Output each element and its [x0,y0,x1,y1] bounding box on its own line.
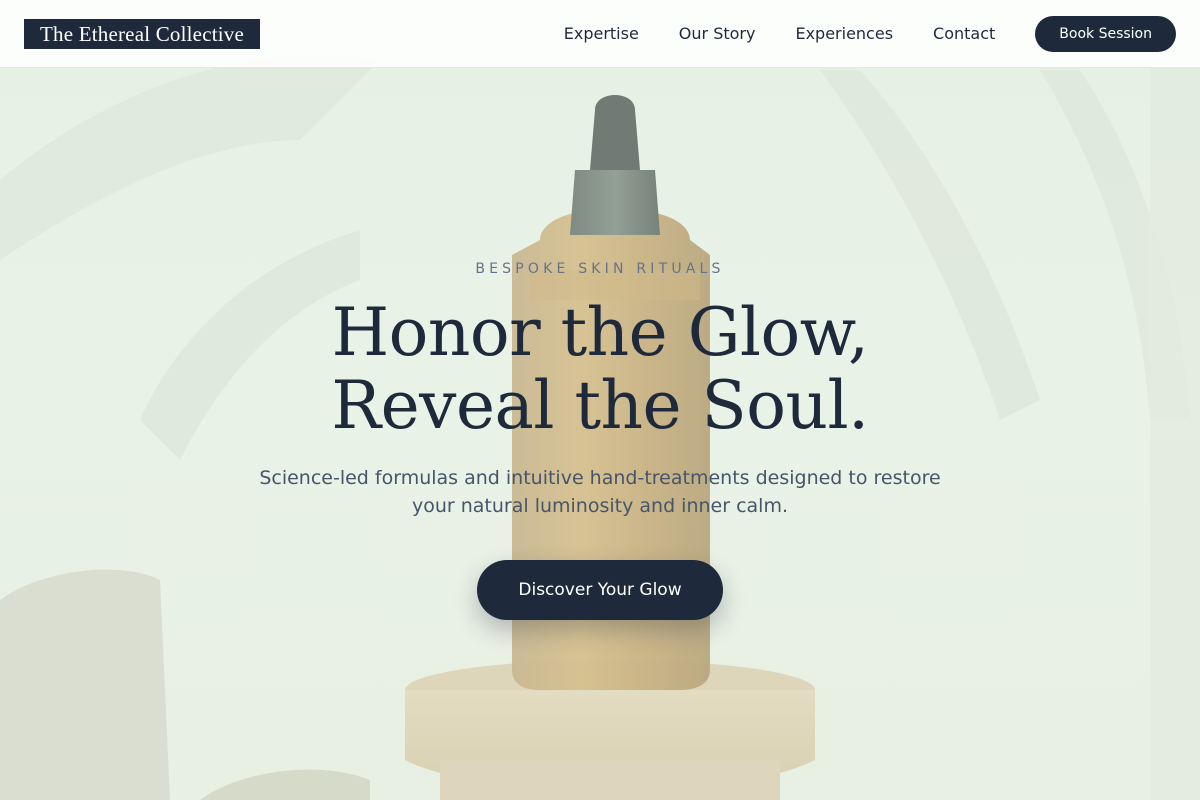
discover-glow-button[interactable]: Discover Your Glow [477,560,723,620]
nav-link-experiences[interactable]: Experiences [795,24,893,43]
nav-link-contact[interactable]: Contact [933,24,995,43]
hero-eyebrow: BESPOKE SKIN RITUALS [475,261,725,277]
main-nav: Expertise Our Story Experiences Contact … [564,15,1176,52]
nav-link-expertise[interactable]: Expertise [564,24,639,43]
nav-link-our-story[interactable]: Our Story [679,24,756,43]
hero-headline-line-2: Reveal the Soul. [331,367,869,444]
hero-headline: Honor the Glow, Reveal the Soul. [0,296,1200,442]
site-header: The Ethereal Collective Expertise Our St… [0,0,1200,68]
hero-subtext: Science-led formulas and intuitive hand-… [259,467,941,517]
book-session-button[interactable]: Book Session [1035,15,1176,52]
brand-logo[interactable]: The Ethereal Collective [24,18,261,49]
hero-section: BESPOKE SKIN RITUALS Honor the Glow, Rev… [0,0,1200,800]
hero-headline-line-1: Honor the Glow, [331,294,869,371]
